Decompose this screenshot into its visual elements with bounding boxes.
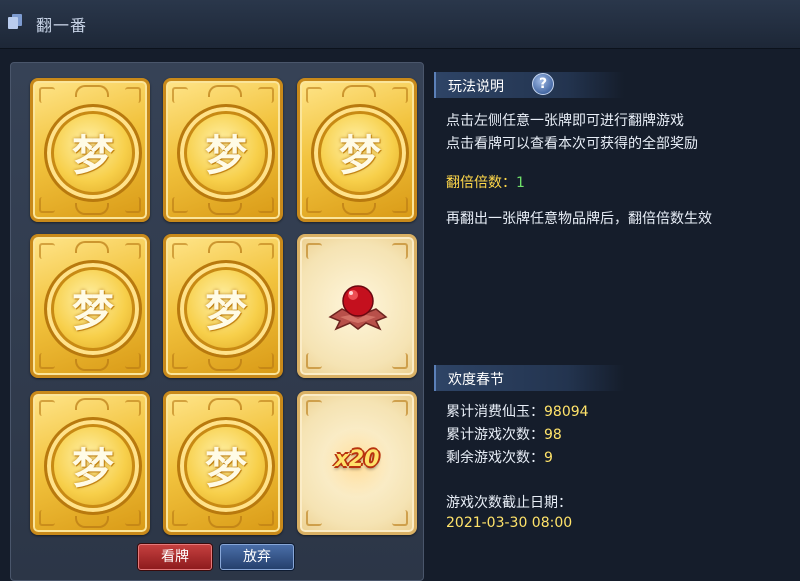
dream-emblem-icon: 梦 <box>44 417 142 515</box>
event-header: 欢度春节 <box>434 365 624 391</box>
deadline-label: 游戏次数截止日期： <box>446 495 572 511</box>
revealed-card-multiplier: x20 <box>297 391 417 535</box>
dream-emblem-icon: 梦 <box>177 417 275 515</box>
window-title: 翻一番 <box>36 16 88 35</box>
games-label: 累计游戏次数： <box>446 427 544 443</box>
card-back[interactable]: 梦 <box>30 391 150 535</box>
dream-emblem-icon: 梦 <box>44 260 142 358</box>
multiplier-value: 1 <box>516 175 525 191</box>
title-bar: 翻一番 <box>0 0 800 49</box>
dream-emblem-icon: 梦 <box>311 104 409 202</box>
games-row: 累计游戏次数：98 <box>446 424 562 444</box>
remaining-label: 剩余游戏次数： <box>446 450 544 466</box>
multiplier-label: 翻倍倍数： <box>446 175 516 191</box>
remaining-value: 9 <box>544 450 553 466</box>
dream-emblem-icon: 梦 <box>177 104 275 202</box>
remaining-row: 剩余游戏次数：9 <box>446 447 553 467</box>
revealed-card-item <box>297 234 417 378</box>
multiplier-reward: x20 <box>334 447 380 472</box>
games-value: 98 <box>544 427 562 443</box>
help-icon[interactable]: ? <box>532 73 554 95</box>
card-back[interactable]: 梦 <box>163 391 283 535</box>
abandon-button[interactable]: 放弃 <box>220 544 294 570</box>
spent-value: 98094 <box>544 404 589 420</box>
spent-label: 累计消费仙玉： <box>446 404 544 420</box>
rules-line-2: 点击看牌可以查看本次可获得的全部奖励 <box>446 136 698 152</box>
rules-line-1: 点击左侧任意一张牌即可进行翻牌游戏 <box>446 113 684 129</box>
spent-row: 累计消费仙玉：98094 <box>446 401 589 421</box>
dream-emblem-icon: 梦 <box>44 104 142 202</box>
card-back[interactable]: 梦 <box>30 234 150 378</box>
red-berry-item-icon <box>328 285 388 331</box>
rules-header: 玩法说明 ? <box>434 72 624 98</box>
rules-title: 玩法说明 <box>448 79 504 95</box>
view-cards-button[interactable]: 看牌 <box>138 544 212 570</box>
rules-note: 再翻出一张牌任意物品牌后，翻倍倍数生效 <box>446 211 712 227</box>
card-back[interactable]: 梦 <box>163 78 283 222</box>
window-icon <box>8 14 24 30</box>
card-back[interactable]: 梦 <box>297 78 417 222</box>
card-back[interactable]: 梦 <box>30 78 150 222</box>
dream-emblem-icon: 梦 <box>177 260 275 358</box>
event-title: 欢度春节 <box>448 372 504 388</box>
card-back[interactable]: 梦 <box>163 234 283 378</box>
multiplier-row: 翻倍倍数：1 <box>446 172 525 192</box>
deadline-value: 2021-03-30 08:00 <box>446 515 573 531</box>
